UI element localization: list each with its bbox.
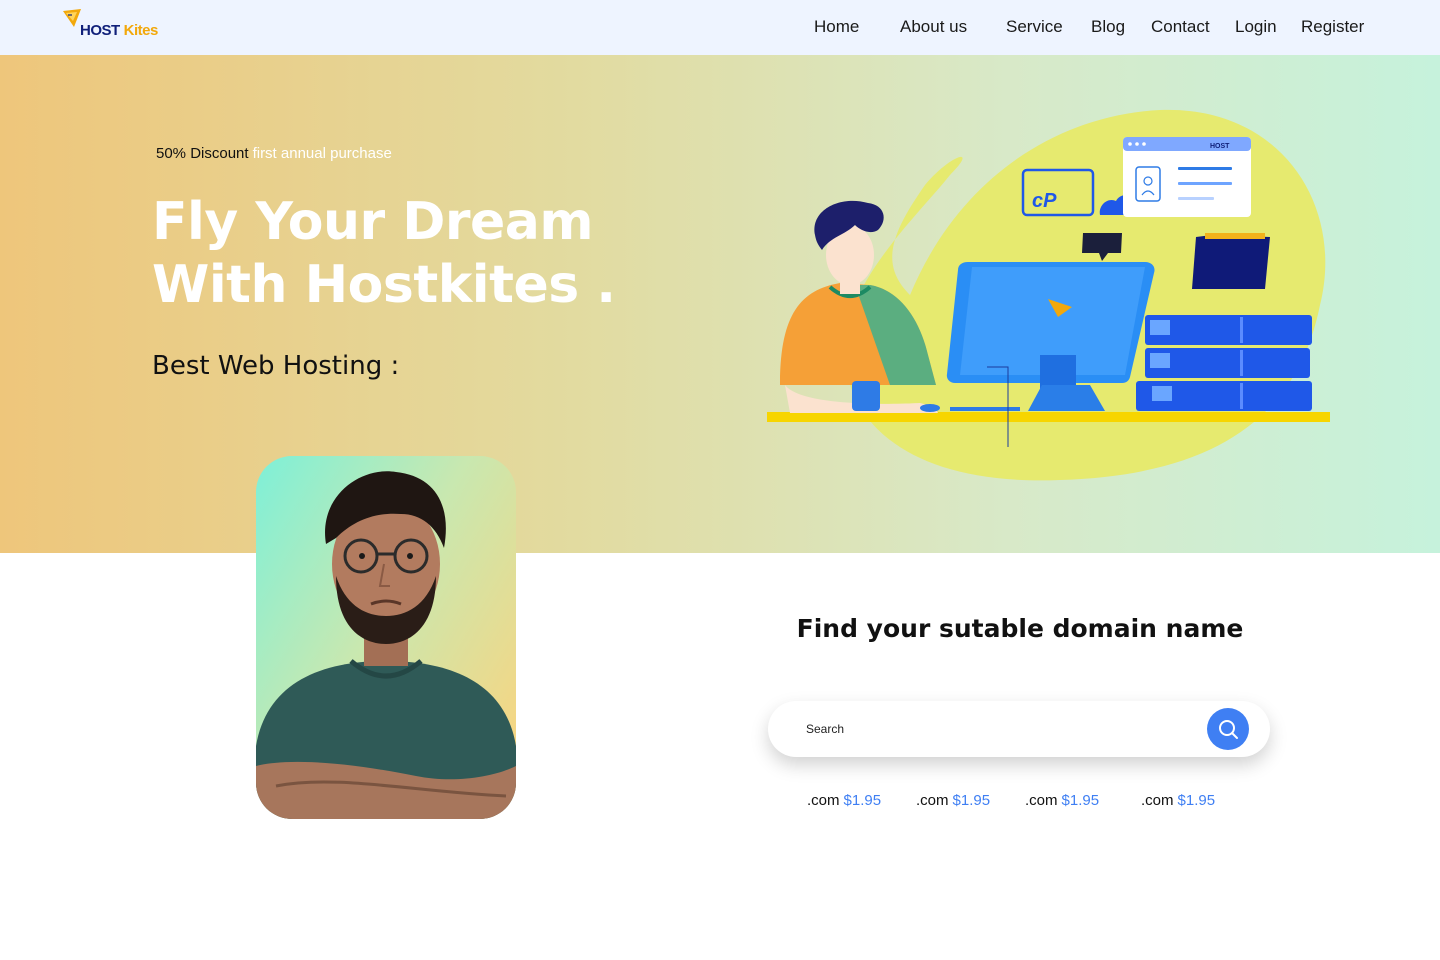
hero-title: Fly Your Dream With Hostkites .: [152, 192, 616, 315]
domain-price-list: .com $1.95 .com $1.95 .com $1.95 .com $1.95: [0, 792, 1440, 814]
hero-subtitle: Best Web Hosting :: [152, 351, 400, 381]
domain-price-item[interactable]: .com $1.95: [1025, 792, 1099, 809]
desk-shape: [767, 412, 1330, 422]
nav-item-login[interactable]: Login: [1235, 17, 1277, 37]
server-rack-shape: [1136, 315, 1312, 411]
promo-line: 50% Discount first annual purchase: [156, 145, 392, 162]
domain-tld: .com: [1025, 792, 1058, 809]
hosting-illustration: cP HOST: [767, 109, 1330, 481]
domain-price: $1.95: [952, 792, 991, 809]
top-nav: HOST Kites Home About us Service Blog Con…: [0, 0, 1440, 55]
browser-logo-text: HOST: [1210, 143, 1230, 150]
domain-search-title: Find your sutable domain name: [796, 614, 1244, 643]
domain-price: $1.95: [843, 792, 882, 809]
domain-tld: .com: [807, 792, 840, 809]
domain-price: $1.95: [1177, 792, 1216, 809]
domain-search-bar: [768, 701, 1270, 757]
nav-item-service[interactable]: Service: [1006, 17, 1063, 37]
folder-icon: [1192, 235, 1270, 289]
domain-price-item[interactable]: .com $1.95: [807, 792, 881, 809]
domain-search-input[interactable]: [806, 715, 1196, 743]
profile-photo: [256, 456, 516, 819]
person-portrait-image: [256, 471, 516, 819]
nav-menu: Home About us Service Blog Contact Login…: [0, 0, 1440, 55]
domain-tld: .com: [916, 792, 949, 809]
nav-item-blog[interactable]: Blog: [1091, 17, 1125, 37]
nav-item-contact[interactable]: Contact: [1151, 17, 1210, 37]
promo-detail: first annual purchase: [252, 145, 392, 162]
domain-price-item[interactable]: .com $1.95: [916, 792, 990, 809]
coffee-cup-shape: [852, 381, 880, 411]
search-button[interactable]: [1207, 708, 1249, 750]
promo-discount: 50% Discount: [156, 145, 249, 162]
domain-price: $1.95: [1061, 792, 1100, 809]
nav-item-home[interactable]: Home: [814, 17, 859, 37]
search-icon: [1219, 720, 1238, 739]
nav-item-about-us[interactable]: About us: [900, 17, 967, 37]
cpanel-label: cP: [1032, 190, 1057, 212]
domain-price-item[interactable]: .com $1.95: [1141, 792, 1215, 809]
domain-tld: .com: [1141, 792, 1174, 809]
nav-item-register[interactable]: Register: [1301, 17, 1364, 37]
